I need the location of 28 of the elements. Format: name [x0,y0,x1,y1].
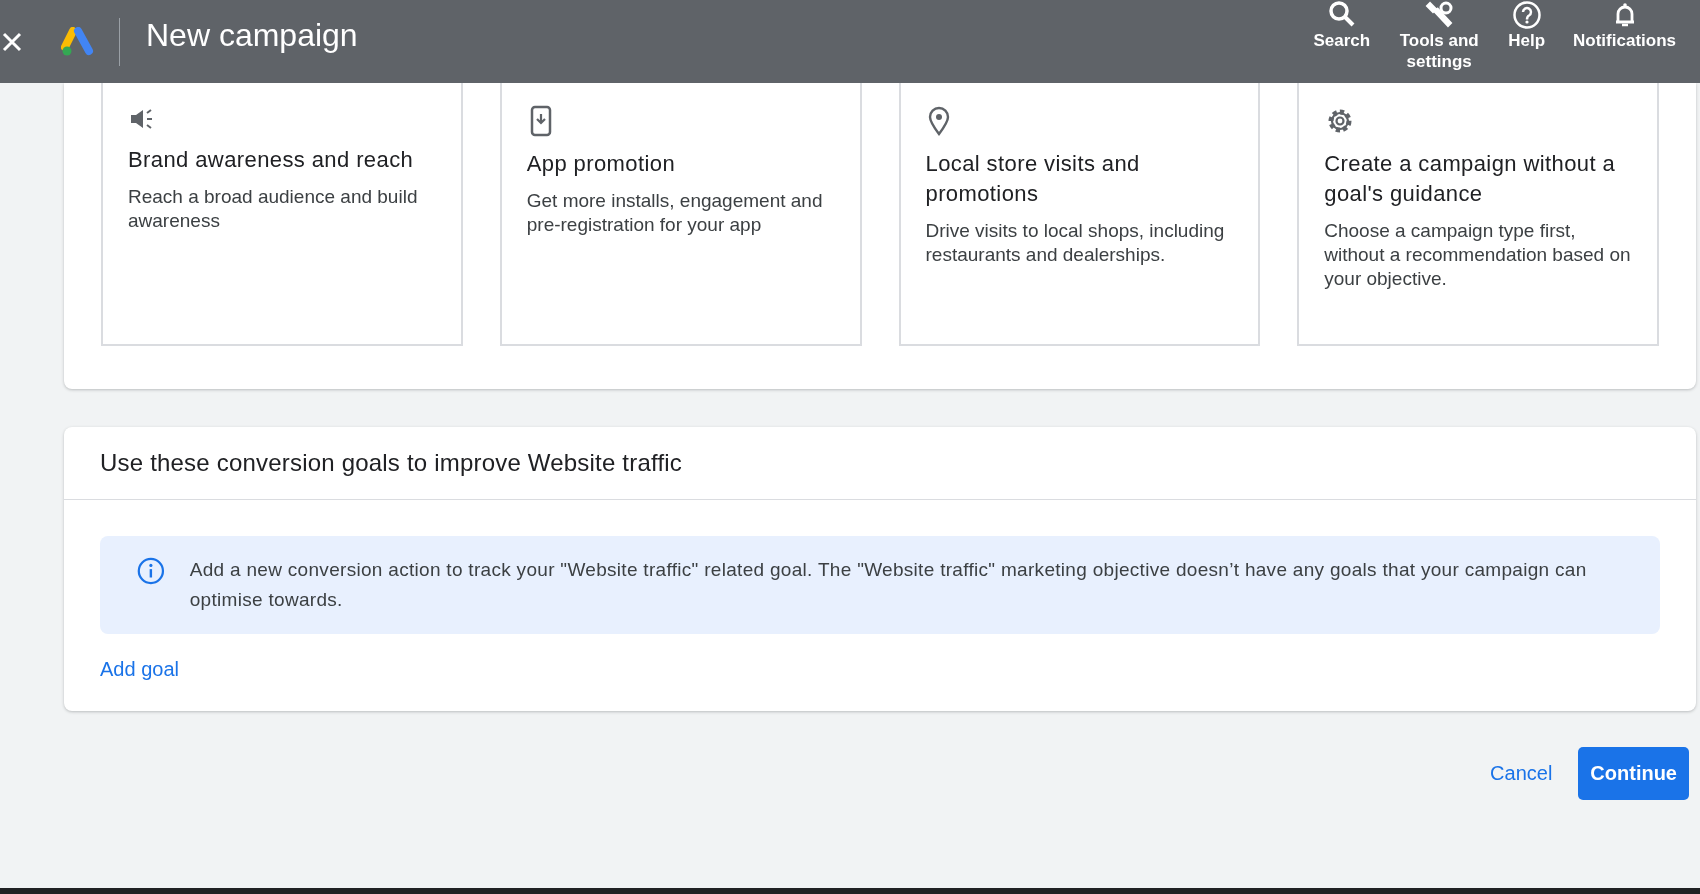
page-title: New campaign [146,17,358,54]
close-icon [1,30,23,53]
card-description: Reach a broad audience and build awareness [128,185,419,233]
section-heading: Use these conversion goals to improve Website traffic [64,427,1696,500]
objective-card[interactable]: Create a campaign without a goal's guidance Choose a campaign type first, without a recommendation based on your objective. [1297,83,1659,346]
card-title: Brand awareness and reach [128,146,414,174]
objective-card[interactable]: App promotion Get more installs, engagement and pre-registration for your app [499,83,862,346]
add-goal-link[interactable]: Add goal [100,658,179,681]
card-description: Get more installs, engagement and pre-registration for your app [526,189,824,237]
search-button[interactable]: Search [1299,0,1385,72]
card-title: Create a campaign without a goal's guidance [1324,150,1617,208]
help-button[interactable]: Help [1494,0,1560,72]
info-icon [136,555,166,587]
cancel-button[interactable]: Cancel [1486,754,1557,793]
info-message: Add a new conversion action to track your "Website traffic" related goal. The "Website traffic" marketing objective doesn’t have any goals that your campaign can optimise towards. [189,558,1588,612]
objective-card[interactable]: Local store visits and promotions Drive visits to local shops, including restaurants and dealerships. [898,83,1261,346]
tools-button[interactable]: Tools and settings [1384,0,1495,72]
card-description: Drive visits to local shops, including restaurants and dealerships. [925,219,1226,267]
card-title: App promotion [526,150,676,178]
objective-card[interactable]: Brand awareness and reach Reach a broad audience and build awareness [101,83,463,346]
continue-button[interactable]: Continue [1578,747,1689,800]
wrench-icon [1424,0,1455,30]
card-title: Local store visits and promotions [925,150,1141,208]
help-icon [1511,0,1542,30]
logo-icon [61,26,95,57]
notifications-button[interactable]: Notifications [1559,0,1690,72]
close-button[interactable] [1,30,23,53]
card-description: Choose a campaign type first, without a recommendation based on your objective. [1324,219,1632,291]
